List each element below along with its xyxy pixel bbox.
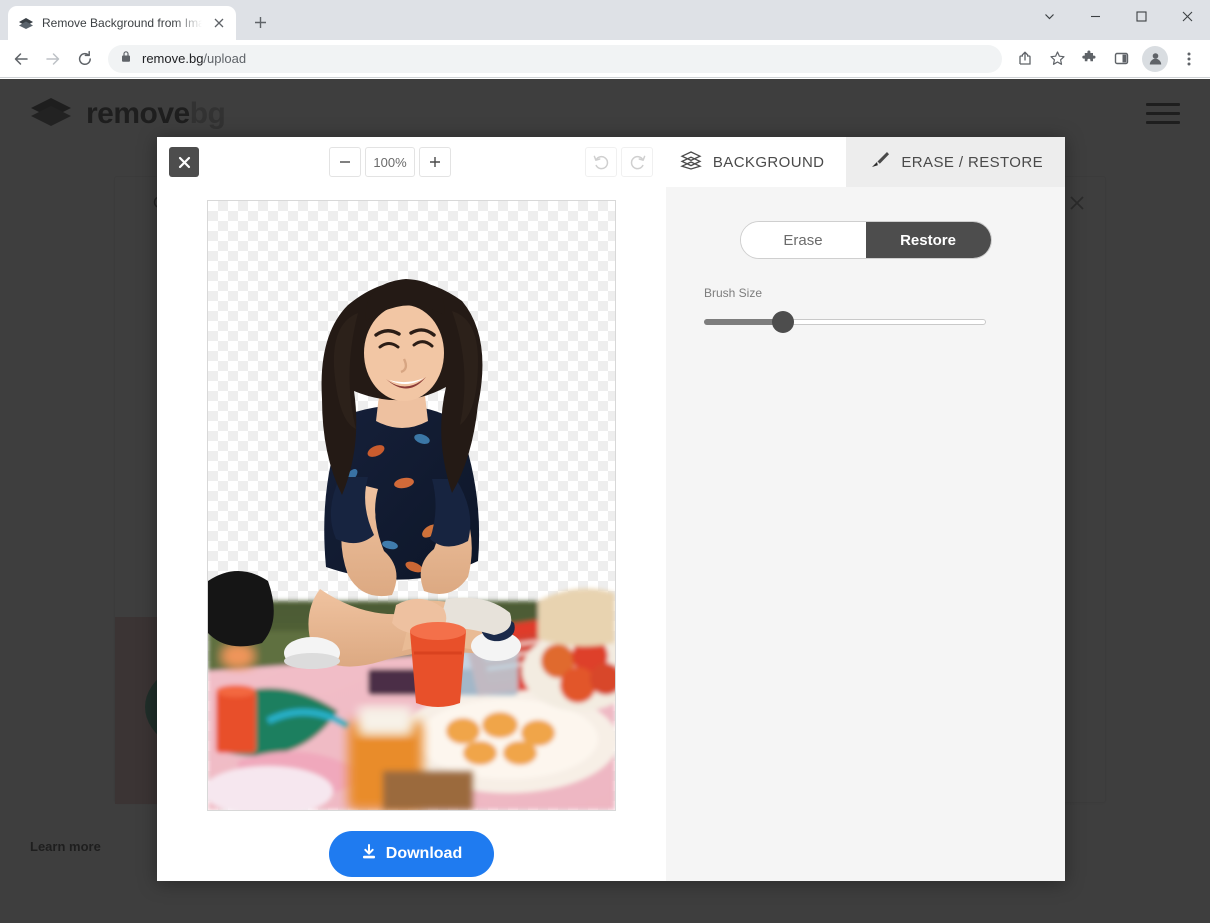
arrow-left-icon[interactable] (6, 44, 36, 74)
url-text: remove.bg/upload (142, 51, 246, 66)
brush-size-control: Brush Size (704, 286, 1027, 335)
modal-close-button[interactable] (169, 147, 199, 177)
window-controls (1026, 0, 1210, 32)
slider-thumb[interactable] (771, 311, 794, 333)
download-button-label: Download (385, 845, 463, 862)
tab-close-icon[interactable] (210, 14, 228, 32)
history-controls (585, 147, 653, 177)
editor-body: Download Erase Restore Brush Size (157, 187, 1065, 881)
window-close-icon[interactable] (1164, 0, 1210, 32)
browser-window: Remove Background from Image remove.bg/u… (0, 0, 1210, 923)
tab-title: Remove Background from Image (42, 16, 202, 30)
canvas-column: Download (157, 187, 666, 881)
minimize-icon[interactable] (1072, 0, 1118, 32)
removebg-diamond-icon (18, 15, 34, 31)
brush-size-slider[interactable] (704, 309, 986, 335)
download-button[interactable]: Download (328, 831, 495, 877)
new-tab-button[interactable] (246, 8, 274, 36)
download-icon (361, 843, 377, 865)
address-bar[interactable]: remove.bg/upload (108, 44, 1002, 73)
maximize-icon[interactable] (1118, 0, 1164, 32)
brush-size-label: Brush Size (704, 286, 763, 300)
bookmark-star-icon[interactable] (1042, 44, 1072, 74)
tab-erase-restore[interactable]: ERASE / RESTORE (846, 137, 1065, 187)
url-path: /upload (203, 51, 247, 66)
download-container: Download (328, 831, 495, 877)
image-canvas[interactable] (207, 200, 616, 811)
restore-option[interactable]: Restore (865, 222, 991, 258)
lock-icon (120, 50, 132, 68)
url-host: remove.bg (142, 51, 204, 66)
erase-option[interactable]: Erase (740, 222, 866, 258)
zoom-in-button[interactable] (419, 147, 451, 177)
browser-toolbar: remove.bg/upload (0, 40, 1210, 78)
toolbar-icons (1010, 44, 1204, 74)
profile-avatar-icon[interactable] (1142, 45, 1168, 72)
tab-background[interactable]: BACKGROUND (657, 137, 847, 187)
tab-erase-restore-label: ERASE / RESTORE (901, 153, 1043, 171)
zoom-controls: 100% (329, 147, 451, 177)
tools-panel: Erase Restore Brush Size (666, 187, 1065, 881)
browser-tab[interactable]: Remove Background from Image (8, 6, 236, 40)
extensions-puzzle-icon[interactable] (1074, 44, 1104, 74)
zoom-out-button[interactable] (329, 147, 361, 177)
chevron-down-icon[interactable] (1026, 0, 1072, 32)
tab-background-label: BACKGROUND (712, 153, 825, 171)
more-vertical-icon[interactable] (1174, 44, 1204, 74)
arrow-right-icon[interactable] (38, 44, 68, 74)
undo-button[interactable] (585, 147, 617, 177)
redo-button[interactable] (621, 147, 653, 177)
cutout-image (208, 279, 615, 810)
side-panel-icon[interactable] (1106, 44, 1136, 74)
reload-icon[interactable] (70, 44, 100, 74)
brush-icon (868, 150, 890, 174)
editor-modal: 100% BACKGROUND ERASE / RESTORE Download… (157, 137, 1065, 881)
zoom-level-value: 100% (365, 147, 415, 177)
erase-restore-toggle: Erase Restore (739, 221, 992, 259)
share-icon[interactable] (1010, 44, 1040, 74)
layers-icon (680, 150, 702, 174)
tab-strip: Remove Background from Image (0, 0, 1210, 40)
editor-tabs: BACKGROUND ERASE / RESTORE (657, 137, 1065, 187)
editor-toolbar: 100% BACKGROUND ERASE / RESTORE (157, 137, 1065, 187)
